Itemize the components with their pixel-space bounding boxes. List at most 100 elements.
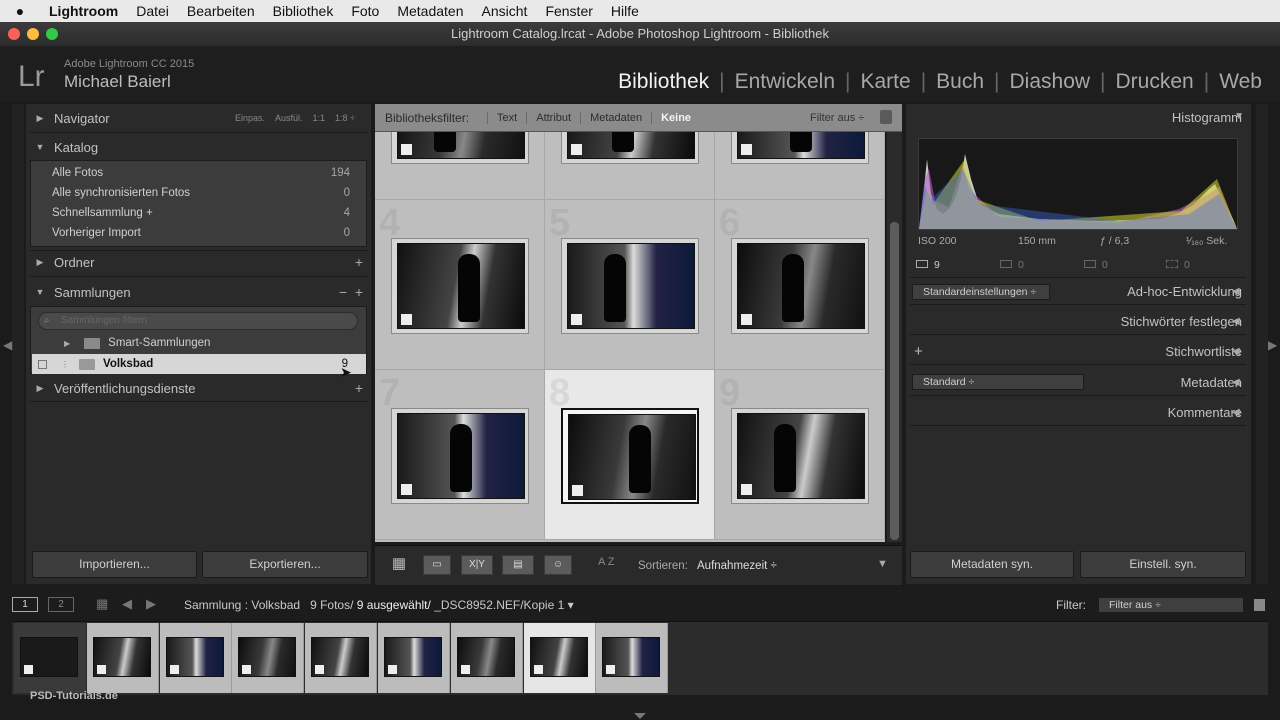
katalog-item-synchronisiert[interactable]: Alle synchronisierten Fotos 0 (52, 183, 362, 203)
zoom-fill[interactable]: Ausfül. (275, 113, 303, 123)
menu-fenster[interactable]: Fenster (536, 3, 601, 19)
expand-comments-icon[interactable]: ◀ (1232, 407, 1268, 418)
menu-datei[interactable]: Datei (127, 3, 178, 19)
filter-preset-select[interactable]: Filter aus ÷ (810, 112, 864, 124)
expand-adhoc-icon[interactable]: ◀ (1232, 286, 1268, 297)
checkbox-icon[interactable] (38, 359, 47, 369)
main-window-button[interactable]: 1 (12, 597, 38, 612)
adhoc-header[interactable]: Ad-hoc-Entwicklung (1127, 284, 1242, 299)
remove-collection-icon[interactable]: − (339, 284, 347, 300)
collection-set-smart[interactable]: ▶ Smart-Sammlungen (32, 333, 367, 353)
photo-thumbnail[interactable] (397, 132, 525, 159)
photo-thumbnail[interactable] (567, 243, 695, 329)
grid-cell[interactable]: 9 (715, 370, 885, 540)
grid-cell[interactable]: 5 (545, 200, 715, 370)
module-diashow[interactable]: Diashow (1004, 70, 1097, 94)
grid-cell[interactable] (375, 132, 545, 200)
photo-thumbnail[interactable] (397, 413, 525, 499)
filter-metadaten[interactable]: Metadaten (580, 111, 651, 124)
toolbar-options-icon[interactable]: ▼ (877, 558, 888, 570)
module-drucken[interactable]: Drucken (1110, 70, 1200, 94)
module-entwickeln[interactable]: Entwickeln (729, 70, 841, 94)
sync-settings-button[interactable]: Einstell. syn. (1080, 551, 1246, 578)
filter-attribut[interactable]: Attribut (526, 111, 580, 124)
add-collection-icon[interactable]: + (355, 284, 363, 300)
toggle-left-panel-icon[interactable]: ◀ (3, 338, 12, 352)
close-window-icon[interactable] (8, 28, 20, 40)
toggle-right-panel-icon[interactable]: ▶ (1268, 338, 1277, 352)
menu-metadaten[interactable]: Metadaten (388, 3, 472, 19)
forward-arrow-icon[interactable]: ▶ (146, 596, 156, 612)
grid-cell[interactable] (715, 132, 885, 200)
survey-view-icon[interactable]: ▤ (502, 555, 534, 575)
menu-bibliothek[interactable]: Bibliothek (264, 3, 343, 19)
menu-hilfe[interactable]: Hilfe (602, 3, 648, 19)
photo-thumbnail[interactable] (568, 414, 696, 500)
module-web[interactable]: Web (1213, 70, 1268, 94)
expand-metadata-icon[interactable]: ◀ (1232, 377, 1268, 388)
sammlungen-header[interactable]: ▼ Sammlungen − + (26, 279, 371, 305)
filmstrip-cell[interactable] (232, 623, 305, 693)
katalog-item-vorheriger-import[interactable]: Vorheriger Import 0 (52, 223, 362, 243)
keywording-header[interactable]: Stichwörter festlegen (1121, 314, 1242, 329)
grid-cell[interactable]: 7 (375, 370, 545, 540)
export-button[interactable]: Exportieren... (202, 551, 368, 578)
compare-view-icon[interactable]: X|Y (461, 555, 493, 575)
filmstrip-cell[interactable] (450, 623, 523, 693)
apple-menu-icon[interactable]: ● (0, 3, 40, 19)
zoom-1-8[interactable]: 1:8 ÷ (335, 113, 355, 123)
menu-bearbeiten[interactable]: Bearbeiten (178, 3, 264, 19)
filmstrip-cell[interactable] (305, 623, 378, 693)
collection-search-input[interactable]: Sammlungen filtern (38, 312, 358, 330)
add-folder-icon[interactable]: + (355, 254, 363, 270)
module-bibliothek[interactable]: Bibliothek (612, 70, 715, 94)
minimize-window-icon[interactable] (27, 28, 39, 40)
filmstrip-cell[interactable] (86, 623, 159, 693)
grid-view-icon[interactable]: ▦ (383, 555, 415, 575)
katalog-item-alle-fotos[interactable]: Alle Fotos 194 (52, 163, 362, 183)
hide-filmstrip-icon[interactable] (634, 713, 646, 719)
photo-thumbnail[interactable] (397, 243, 525, 329)
navigator-header[interactable]: ▶ Navigator Einpas. Ausfül. 1:1 1:8 ÷ (26, 105, 371, 131)
veroeffentlichung-header[interactable]: ▶ Veröffentlichungsdienste + (26, 375, 371, 401)
keyword-list-header[interactable]: Stichwortliste (1165, 344, 1242, 359)
photo-thumbnail[interactable] (737, 132, 865, 159)
grid-scroll-thumb[interactable] (890, 222, 899, 540)
photo-thumbnail[interactable] (567, 132, 695, 159)
photo-thumbnail[interactable] (737, 243, 865, 329)
ordner-header[interactable]: ▶ Ordner + (26, 249, 371, 275)
lock-icon[interactable] (880, 110, 892, 124)
comments-header[interactable]: Kommentare (1168, 405, 1242, 420)
sync-metadata-button[interactable]: Metadaten syn. (910, 551, 1074, 578)
grid-shortcut-icon[interactable]: ▦ (96, 596, 108, 612)
grid-cell[interactable]: 8 (545, 370, 715, 540)
import-button[interactable]: Importieren... (32, 551, 197, 578)
katalog-header[interactable]: ▼ Katalog (26, 134, 371, 160)
menu-ansicht[interactable]: Ansicht (473, 3, 537, 19)
katalog-item-schnellsammlung[interactable]: Schnellsammlung +4 (52, 203, 362, 223)
module-karte[interactable]: Karte (854, 70, 916, 94)
photo-thumbnail[interactable] (737, 413, 865, 499)
expand-keywording-icon[interactable]: ◀ (1232, 316, 1268, 327)
grid-cell[interactable]: 6 (715, 200, 885, 370)
filmstrip-cell[interactable] (159, 623, 232, 693)
menu-lightroom[interactable]: Lightroom (40, 3, 127, 19)
sort-select[interactable]: Aufnahmezeit ÷ (697, 560, 777, 572)
filmstrip-cell[interactable] (378, 623, 450, 693)
filter-keine[interactable]: Keine (651, 111, 700, 124)
zoom-fit[interactable]: Einpas. (235, 113, 265, 123)
module-buch[interactable]: Buch (930, 70, 990, 94)
grid-cell[interactable]: 4 (375, 200, 545, 370)
filmstrip-cell[interactable] (596, 623, 669, 693)
expand-keyword-list-icon[interactable]: ◀ (1232, 346, 1268, 357)
collection-volksbad[interactable]: ⋮ Volksbad 9 (32, 354, 366, 374)
filter-text[interactable]: Text (487, 111, 526, 124)
filmstrip-cell-first[interactable] (14, 623, 86, 693)
menu-foto[interactable]: Foto (342, 3, 388, 19)
filmstrip-filter-select[interactable]: Filter aus ÷ (1098, 597, 1244, 613)
zoom-window-icon[interactable] (46, 28, 58, 40)
people-view-icon[interactable]: ☺ (544, 555, 572, 575)
develop-preset-select[interactable]: Standardeinstellungen ÷ (912, 284, 1050, 300)
metadata-preset-select[interactable]: Standard ÷ (912, 374, 1084, 390)
loupe-view-icon[interactable]: ▭ (423, 555, 451, 575)
